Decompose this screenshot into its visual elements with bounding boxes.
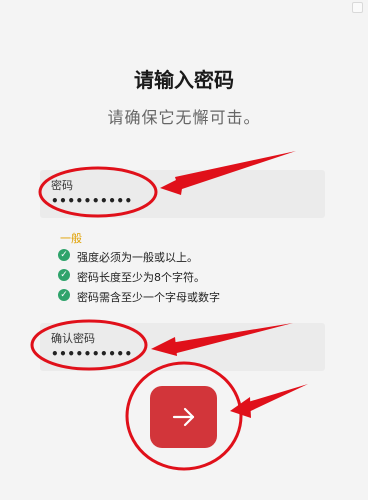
check-icon: ✓ — [58, 269, 70, 281]
password-input[interactable]: •••••••••• — [51, 194, 133, 208]
page-title: 请输入密码 — [134, 68, 234, 92]
page-subtitle: 请确保它无懈可击。 — [107, 108, 261, 127]
strength-label: 一般 — [60, 232, 82, 245]
password-label: 密码 — [51, 179, 73, 192]
next-button[interactable] — [150, 386, 217, 448]
check-icon: ✓ — [58, 249, 70, 261]
top-bar — [0, 0, 368, 20]
annotation-arrowhead-next — [230, 397, 251, 418]
rule-text: 密码需含至少一个字母或数字 — [77, 291, 220, 304]
rule-text: 密码长度至少为8个字符。 — [77, 271, 205, 284]
check-icon: ✓ — [58, 289, 70, 301]
confirm-password-input[interactable]: •••••••••• — [51, 347, 133, 361]
arrow-right-icon — [172, 407, 195, 427]
rule-text: 强度必须为一般或以上。 — [77, 251, 198, 264]
password-field[interactable]: 密码 •••••••••• — [40, 170, 325, 218]
annotation-arrow-next — [238, 384, 308, 416]
confirm-password-field[interactable]: 确认密码 •••••••••• — [40, 323, 325, 371]
checkbox-icon[interactable] — [352, 2, 363, 13]
confirm-password-label: 确认密码 — [51, 332, 95, 345]
